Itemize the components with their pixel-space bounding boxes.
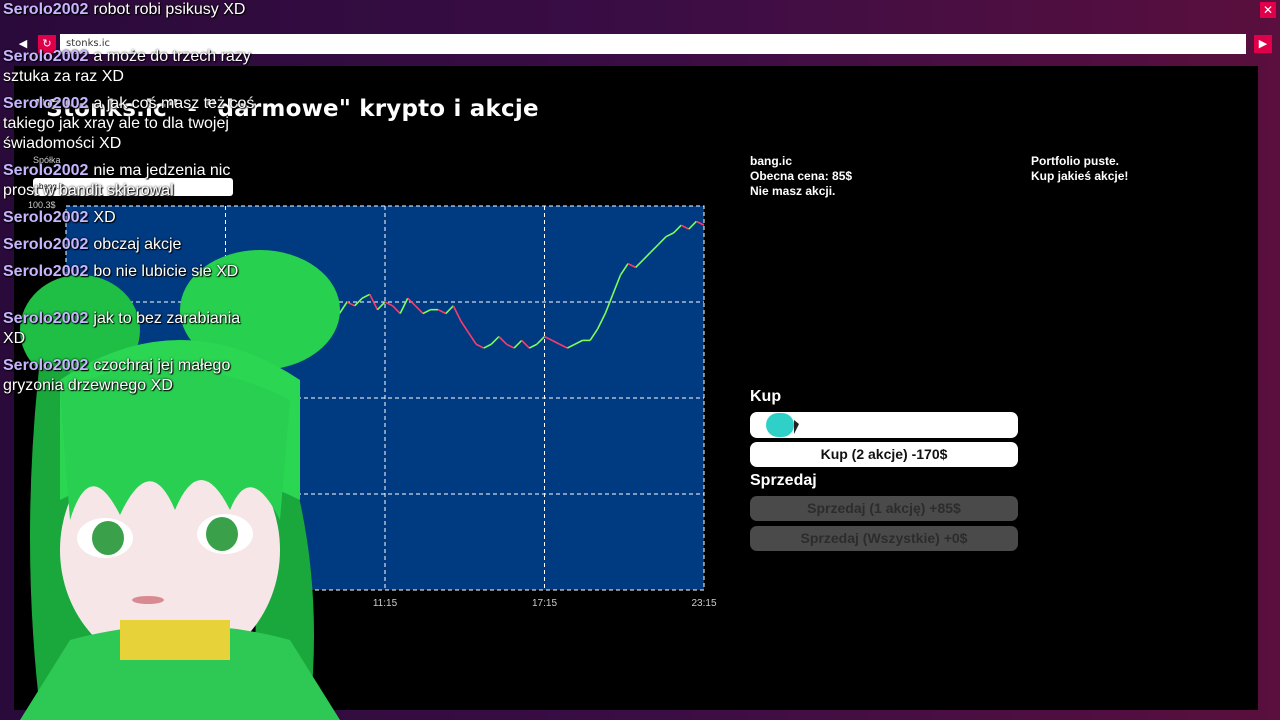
- portfolio-status: Portfolio puste.: [1031, 154, 1119, 168]
- chat-username: Serolo2002: [3, 357, 89, 374]
- chat-text: bo nie lubicie sie XD: [93, 263, 239, 280]
- chat-message: Serolo2002 obczaj akcje: [3, 235, 261, 255]
- sell-one-button[interactable]: Sprzedaj (1 akcję) +85$: [750, 496, 1018, 521]
- chat-message: Serolo2002 jak to bez zarabiania XD: [3, 309, 261, 349]
- chat-username: Serolo2002: [3, 263, 89, 280]
- chat-message: Serolo2002 robot robi psikusy XD: [3, 0, 261, 20]
- chat-message: Serolo2002 czochraj jej małego gryzonia d…: [3, 356, 261, 396]
- slider-thumb[interactable]: [766, 413, 794, 437]
- chat-username: Serolo2002: [3, 48, 89, 65]
- chat-username: Serolo2002: [3, 236, 89, 253]
- chat-text: obczaj akcje: [93, 236, 182, 253]
- x-tick-label: 17:15: [531, 598, 558, 609]
- chat-message: Serolo2002 bo nie lubicie sie XD: [3, 262, 261, 282]
- current-price: Obecna cena: 85$: [750, 169, 853, 183]
- chat-message: Serolo2002 a może do trzech razy sztuka z…: [3, 47, 261, 87]
- portfolio-hint: Kup jakieś akcje!: [1031, 169, 1129, 183]
- owned-shares: Nie masz akcji.: [750, 184, 836, 198]
- chat-username: Serolo2002: [3, 310, 89, 327]
- chat-message: Serolo2002 XD: [3, 208, 261, 228]
- sell-all-button[interactable]: Sprzedaj (Wszystkie) +0$: [750, 526, 1018, 551]
- chat-username: Serolo2002: [3, 95, 89, 112]
- stock-info: bang.ic Obecna cena: 85$ Nie masz akcji.: [750, 154, 852, 199]
- chat-username: Serolo2002: [3, 162, 89, 179]
- chat-username: Serolo2002: [3, 209, 89, 226]
- buy-label: Kup: [750, 388, 782, 405]
- chat-text: robot robi psikusy XD: [93, 1, 246, 18]
- go-icon[interactable]: ▶: [1254, 35, 1272, 53]
- chat-message: Serolo2002 a jak coś masz też coś takiego…: [3, 94, 261, 154]
- chat-username: Serolo2002: [3, 1, 89, 18]
- sell-label: Sprzedaj: [750, 472, 817, 489]
- x-tick-label: 11:15: [372, 598, 398, 609]
- portfolio-panel: Portfolio puste. Kup jakieś akcje!: [1031, 154, 1128, 184]
- stock-name: bang.ic: [750, 154, 793, 168]
- mouse-cursor-icon: [794, 420, 799, 434]
- close-icon[interactable]: ✕: [1260, 2, 1276, 18]
- x-tick-label: 23:15: [691, 598, 717, 609]
- chat-message: Serolo2002 nie ma jedzenia nic prost w ba…: [3, 161, 261, 201]
- chat-text: XD: [93, 209, 116, 226]
- buy-quantity-slider[interactable]: [750, 412, 1018, 438]
- buy-button[interactable]: Kup (2 akcje) -170$: [750, 442, 1018, 467]
